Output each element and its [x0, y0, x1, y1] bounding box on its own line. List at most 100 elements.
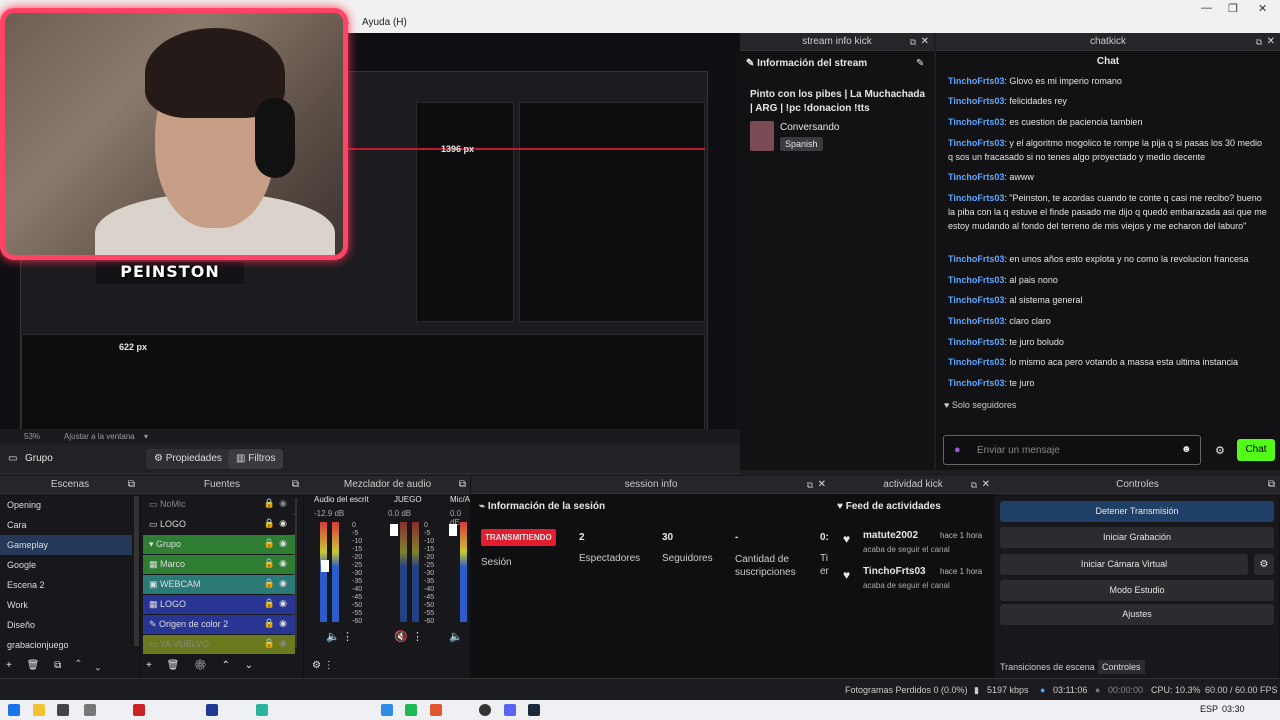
scrollbar[interactable] — [134, 496, 139, 646]
volume-slider[interactable] — [449, 524, 457, 536]
scene-item[interactable]: Work — [0, 595, 132, 615]
maximize-icon[interactable]: ❐ — [1228, 2, 1238, 15]
scene-item[interactable]: Escena 2 — [0, 575, 132, 595]
eye-icon[interactable]: ◉ — [279, 538, 287, 549]
speaker-icon[interactable]: 🔈 — [449, 630, 463, 643]
trash-icon[interactable]: 🗑 — [27, 660, 40, 671]
scale-value[interactable]: 53% — [24, 432, 40, 441]
lock-icon[interactable]: 🔒 — [264, 638, 275, 649]
source-item[interactable]: ▾ Grupo 🔒 ◉ — [143, 535, 295, 554]
menu-icon[interactable]: ⋮ — [412, 630, 423, 643]
source-item[interactable]: ▣ WEBCAM 🔒 ◉ — [143, 575, 295, 594]
start-virtual-camera-button[interactable]: Iniciar Cámara Virtual — [1000, 554, 1248, 575]
undock-icon[interactable]: ⧉ — [910, 33, 916, 51]
lock-icon[interactable]: 🔒 — [264, 618, 275, 629]
eye-icon[interactable]: ◉ — [279, 638, 287, 649]
scene-item[interactable]: Gameplay — [0, 535, 132, 555]
app-icon[interactable] — [256, 704, 268, 716]
chat-username[interactable]: TinchoFrts03 — [948, 275, 1004, 285]
source-item[interactable]: ▦ LOGO 🔒 ◉ — [143, 595, 295, 614]
add-icon[interactable]: + — [146, 660, 152, 671]
chat-input[interactable]: ● Enviar un mensaje ☻ — [943, 435, 1201, 465]
source-item[interactable]: ▭ NoMic 🔒 ◉ — [143, 495, 295, 514]
eye-icon[interactable]: ◉ — [279, 618, 287, 629]
file-explorer-icon[interactable] — [33, 704, 45, 716]
chat-username[interactable]: TinchoFrts03 — [948, 357, 1004, 367]
app-icon[interactable] — [57, 704, 69, 716]
emoji-icon[interactable]: ☻ — [1181, 444, 1192, 455]
studio-mode-button[interactable]: Modo Estudio — [1000, 580, 1274, 601]
app-icon[interactable] — [133, 704, 145, 716]
eye-icon[interactable]: ◉ — [279, 518, 287, 529]
microphone-icon[interactable]: ● — [954, 444, 961, 456]
eye-icon[interactable]: ◉ — [279, 558, 287, 569]
clock[interactable]: 03:30 — [1222, 704, 1245, 714]
scene-item[interactable]: Opening — [0, 495, 132, 515]
eye-icon[interactable]: ◉ — [279, 578, 287, 589]
mixer-settings-icon[interactable]: ⚙ ⋮ — [312, 660, 334, 671]
chat-username[interactable]: TinchoFrts03 — [948, 378, 1004, 388]
source-item[interactable]: ▦ Marco 🔒 ◉ — [143, 555, 295, 574]
steam-icon[interactable] — [528, 704, 540, 716]
scene-item[interactable]: grabacionjuego — [0, 635, 132, 655]
scene-item[interactable]: Cara — [0, 515, 132, 535]
chat-username[interactable]: TinchoFrts03 — [948, 172, 1004, 182]
tab-scene-transitions[interactable]: Transiciones de escena — [1000, 662, 1095, 672]
lock-icon[interactable]: 🔒 — [264, 558, 275, 569]
lock-icon[interactable]: 🔒 — [264, 518, 275, 529]
tab-controls[interactable]: Controles — [1098, 660, 1145, 674]
chevron-down-icon[interactable]: ⌄ — [96, 660, 101, 671]
close-icon[interactable]: ✕ — [1267, 33, 1275, 51]
undock-icon[interactable]: ⧉ — [292, 476, 299, 494]
activity-user[interactable]: TinchoFrts03 — [863, 566, 926, 577]
gear-icon[interactable]: ⚙ — [194, 660, 207, 671]
scene-item[interactable]: Google — [0, 555, 132, 575]
add-icon[interactable]: + — [6, 660, 12, 671]
volume-slider[interactable] — [321, 560, 329, 572]
lock-icon[interactable]: 🔒 — [264, 538, 275, 549]
properties-button[interactable]: ⚙ Propiedades — [146, 449, 230, 469]
chat-username[interactable]: TinchoFrts03 — [948, 96, 1004, 106]
source-item[interactable]: ▭ LOGO 🔒 ◉ — [143, 515, 295, 534]
menu-icon[interactable]: ⋮ — [342, 630, 353, 643]
start-recording-button[interactable]: Iniciar Grabación — [1000, 527, 1274, 548]
app-icon[interactable] — [84, 704, 96, 716]
undock-icon[interactable]: ⧉ — [128, 476, 135, 494]
windows-start-icon[interactable] — [8, 704, 20, 716]
undock-icon[interactable]: ⧉ — [1256, 33, 1262, 51]
chat-username[interactable]: TinchoFrts03 — [948, 337, 1004, 347]
speaker-icon[interactable]: 🔈 — [326, 630, 340, 643]
eye-icon[interactable]: ◉ — [279, 598, 287, 609]
app-icon[interactable] — [381, 704, 393, 716]
volume-slider[interactable] — [390, 524, 398, 536]
chat-username[interactable]: TinchoFrts03 — [948, 138, 1004, 148]
discord-icon[interactable] — [504, 704, 516, 716]
gear-icon[interactable]: ⚙ — [1254, 554, 1274, 575]
lock-icon[interactable]: 🔒 — [264, 578, 275, 589]
lock-icon[interactable]: 🔒 — [264, 498, 275, 509]
chat-username[interactable]: TinchoFrts03 — [948, 295, 1004, 305]
chevron-down-icon[interactable]: ▾ — [144, 432, 148, 441]
undock-icon[interactable]: ⧉ — [1268, 476, 1275, 494]
chevron-down-icon[interactable]: ⌄ — [245, 660, 253, 671]
source-item[interactable]: ✎ Origen de color 2 🔒 ◉ — [143, 615, 295, 634]
chat-username[interactable]: TinchoFrts03 — [948, 117, 1004, 127]
activity-user[interactable]: matute2002 — [863, 530, 918, 541]
eye-icon[interactable]: ◉ — [279, 498, 287, 509]
trash-icon[interactable]: 🗑 — [167, 660, 180, 671]
undock-icon[interactable]: ⧉ — [459, 476, 466, 494]
chat-send-button[interactable]: Chat — [1237, 439, 1275, 461]
stop-streaming-button[interactable]: Detener Transmisión — [1000, 501, 1274, 522]
browser-icon[interactable] — [430, 704, 442, 716]
undock-icon[interactable]: ⧉ — [807, 476, 813, 494]
edit-icon[interactable]: ✎ — [916, 58, 924, 69]
chat-username[interactable]: TinchoFrts03 — [948, 76, 1004, 86]
close-icon[interactable]: ✕ — [1258, 2, 1267, 15]
copy-icon[interactable]: ⧉ — [54, 660, 61, 671]
menu-help[interactable]: Ayuda (H) — [362, 17, 407, 28]
spotify-icon[interactable] — [405, 704, 417, 716]
chat-username[interactable]: TinchoFrts03 — [948, 254, 1004, 264]
settings-button[interactable]: Ajustes — [1000, 604, 1274, 625]
gear-icon[interactable]: ⚙ — [1215, 444, 1225, 457]
undock-icon[interactable]: ⧉ — [971, 476, 977, 494]
